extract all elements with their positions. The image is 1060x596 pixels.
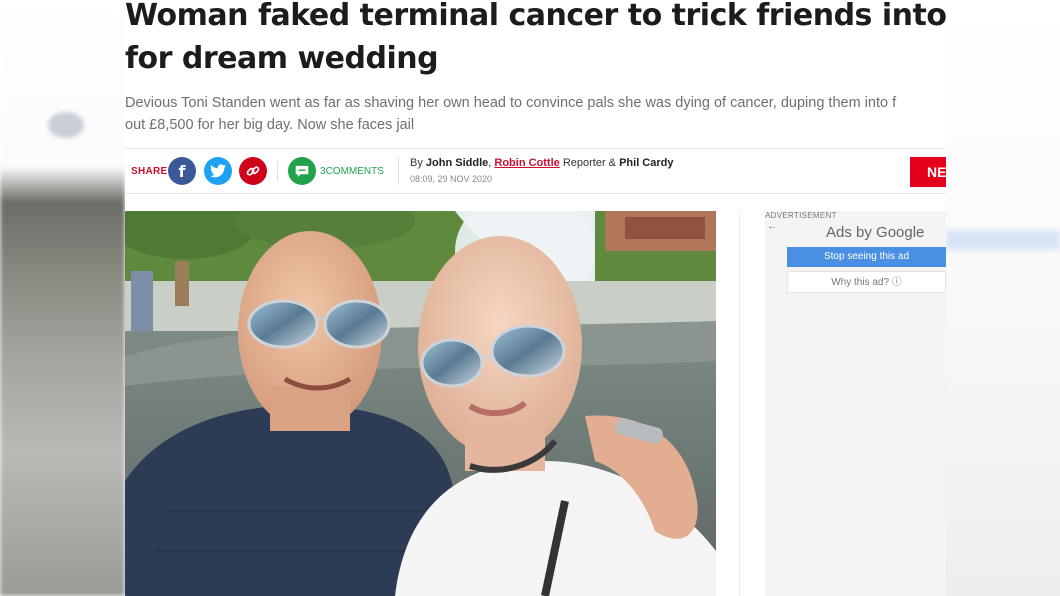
advertisement-label: ADVERTISEMENT bbox=[765, 211, 837, 220]
share-bar: SHARE f 3COMMENTS By John Siddle, Robin … bbox=[125, 148, 946, 194]
facebook-icon: f bbox=[178, 161, 186, 181]
byline: By John Siddle, Robin Cottle Reporter & … bbox=[410, 157, 673, 169]
why-this-ad-button[interactable]: Why this ad? ⓘ bbox=[787, 271, 946, 293]
blurred-blob bbox=[48, 112, 84, 138]
blurred-right-background bbox=[946, 0, 1060, 596]
headline-line-2: for dream wedding bbox=[125, 41, 439, 76]
author-phil-cardy: Phil Cardy bbox=[619, 157, 674, 169]
news-badge[interactable]: NE bbox=[910, 157, 946, 187]
google-brand: Google bbox=[876, 224, 925, 241]
twitter-icon bbox=[210, 164, 226, 178]
standfirst-line-1: Devious Toni Standen went as far as shav… bbox=[125, 95, 897, 111]
standfirst-line-2: out £8,500 for her big day. Now she face… bbox=[125, 117, 415, 133]
link-icon bbox=[246, 166, 260, 176]
back-arrow-icon[interactable]: ← bbox=[767, 221, 777, 232]
comments-link[interactable]: 3COMMENTS bbox=[320, 166, 384, 177]
headline-line-1: Woman faked terminal cancer to trick fri… bbox=[125, 0, 946, 33]
facebook-share-button[interactable]: f bbox=[168, 157, 196, 185]
publish-date: 08:09, 29 NOV 2020 bbox=[410, 174, 493, 184]
ads-by-prefix: Ads by bbox=[826, 224, 877, 241]
divider bbox=[398, 157, 399, 185]
byline-prefix: By bbox=[410, 157, 426, 169]
author-john-siddle: John Siddle bbox=[425, 157, 489, 169]
column-divider bbox=[739, 211, 740, 596]
twitter-share-button[interactable] bbox=[204, 157, 232, 185]
blurred-bar bbox=[946, 230, 1060, 250]
article-photo[interactable] bbox=[125, 211, 716, 596]
standfirst: Devious Toni Standen went as far as shav… bbox=[125, 92, 946, 136]
comments-button[interactable] bbox=[288, 157, 316, 185]
article: Woman faked terminal cancer to trick fri… bbox=[125, 0, 946, 596]
author-robin-cottle-link[interactable]: Robin Cottle bbox=[494, 157, 559, 169]
blurred-left-background bbox=[0, 0, 125, 596]
headline: Woman faked terminal cancer to trick fri… bbox=[125, 0, 946, 80]
advertisement-panel: ADVERTISEMENT ← Ads by Google Stop seein… bbox=[765, 211, 946, 596]
comment-icon bbox=[295, 165, 309, 177]
share-label: SHARE bbox=[131, 166, 168, 177]
byline-role: Reporter & bbox=[559, 157, 620, 169]
divider bbox=[277, 161, 278, 181]
stop-seeing-ad-button[interactable]: Stop seeing this ad bbox=[787, 247, 946, 267]
ads-by-google: Ads by Google bbox=[826, 224, 924, 241]
comments-label: COMMENTS bbox=[325, 166, 384, 177]
copy-link-button[interactable] bbox=[239, 157, 267, 185]
